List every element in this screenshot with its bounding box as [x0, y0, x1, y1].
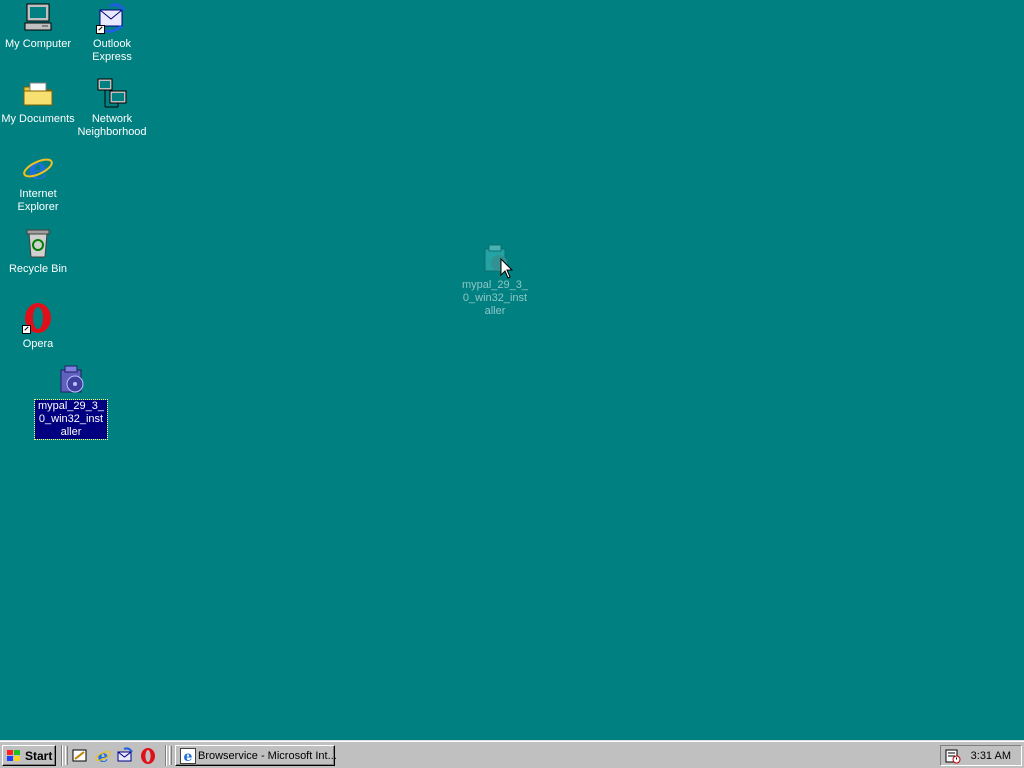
opera-icon	[22, 302, 54, 334]
desktop-icon-label: Network Neighborhood	[77, 113, 147, 138]
recycle-bin-icon	[22, 227, 54, 259]
desktop-icon-network-neighborhood[interactable]: Network Neighborhood	[74, 77, 150, 139]
desktop-icon-label: My Computer	[4, 38, 72, 50]
taskbar-separator	[165, 745, 167, 766]
desktop-icon-mypal-installer[interactable]: mypal_29_3_0_win32_installer	[34, 364, 108, 440]
svg-text:e: e	[184, 749, 193, 764]
desktop-icon-my-computer[interactable]: My Computer	[0, 2, 76, 51]
clock[interactable]: 3:31 AM	[971, 750, 1011, 762]
outlook-express-icon	[117, 747, 133, 762]
scheduler-icon[interactable]	[945, 748, 961, 764]
desktop-icon-my-documents[interactable]: My Documents	[0, 77, 76, 126]
taskbar-button-browservice[interactable]: e Browservice - Microsoft Int...	[175, 745, 337, 766]
quick-launch-outlook-express[interactable]	[116, 747, 134, 765]
installer-icon	[55, 364, 87, 396]
show-desktop-icon	[72, 749, 87, 762]
quick-launch-show-desktop[interactable]	[71, 747, 89, 765]
outlook-express-icon	[96, 2, 128, 34]
taskbar-button-label: Browservice - Microsoft Int...	[198, 750, 337, 762]
desktop[interactable]: My Computer Outlook Express My Documents	[0, 0, 1024, 740]
desktop-icon-label: Recycle Bin	[8, 263, 68, 275]
quick-launch-internet-explorer[interactable]: e	[94, 747, 112, 767]
taskbar-separator	[61, 745, 63, 766]
mouse-pointer-icon	[500, 258, 514, 279]
desktop-icon-internet-explorer[interactable]: e Internet Explorer	[0, 152, 76, 214]
shortcut-arrow-icon	[96, 25, 105, 34]
desktop-icon-label: Outlook Express	[92, 38, 132, 63]
task-area-grip[interactable]	[169, 746, 172, 765]
svg-text:e: e	[98, 747, 109, 765]
quick-launch-opera[interactable]	[139, 747, 157, 765]
dragged-icon-ghost: mypal_29_3_0_win32_installer	[457, 243, 533, 318]
desktop-icon-outlook-express[interactable]: Outlook Express	[74, 2, 150, 64]
internet-explorer-icon: e	[95, 747, 111, 767]
my-computer-icon	[22, 2, 54, 34]
internet-explorer-icon: e	[180, 748, 196, 764]
network-neighborhood-icon	[96, 77, 128, 109]
quick-launch-grip[interactable]	[65, 746, 68, 765]
desktop-icon-recycle-bin[interactable]: Recycle Bin	[0, 227, 76, 276]
shortcut-arrow-icon	[22, 325, 31, 334]
desktop-icon-label: mypal_29_3_0_win32_installer	[34, 399, 108, 440]
opera-icon	[141, 748, 155, 764]
start-label: Start	[25, 749, 53, 763]
windows-logo-icon	[7, 750, 20, 761]
internet-explorer-icon: e	[22, 152, 54, 187]
system-tray: 3:31 AM	[940, 745, 1022, 766]
desktop-icon-label: mypal_29_3_0_win32_installer	[461, 279, 529, 317]
svg-text:e: e	[28, 152, 47, 184]
desktop-icon-label: Internet Explorer	[17, 188, 59, 213]
desktop-icon-opera[interactable]: Opera	[0, 302, 76, 351]
my-documents-icon	[22, 77, 54, 109]
start-button[interactable]: Start	[2, 745, 56, 766]
taskbar: Start e e Browservice - Microsoft Int...…	[0, 740, 1024, 768]
desktop-icon-label: Opera	[22, 338, 54, 350]
desktop-icon-label: My Documents	[1, 113, 75, 125]
